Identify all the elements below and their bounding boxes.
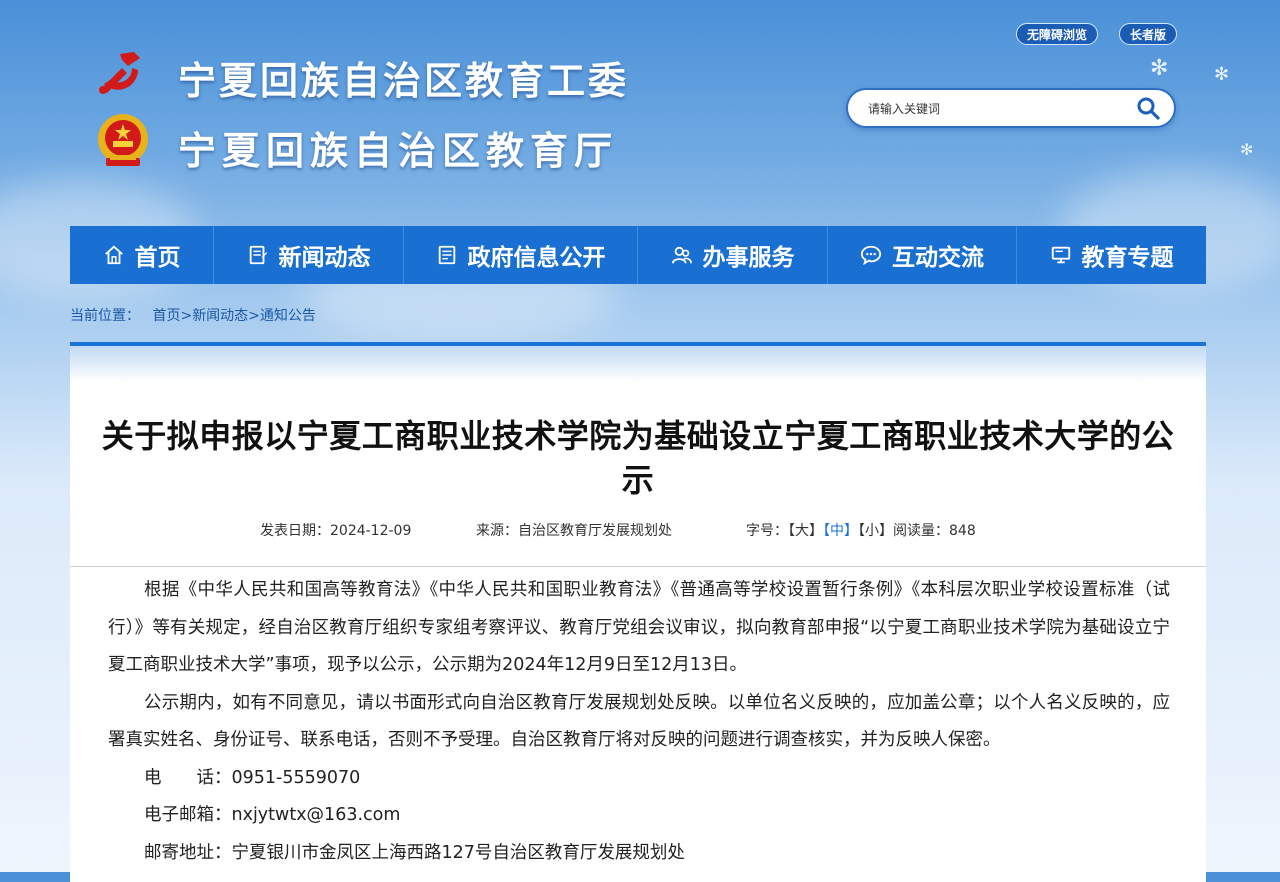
article-title: 关于拟申报以宁夏工商职业技术学院为基础设立宁夏工商职业技术大学的公 示	[80, 414, 1196, 502]
breadcrumb-home-link[interactable]: 首页	[152, 308, 180, 324]
national-emblem-icon	[98, 114, 148, 166]
font-size-label: 字号：	[746, 523, 788, 539]
article-paragraph: 公示期内，如有不同意见，请以书面形式向自治区教育厅发展规划处反映。以单位名义反映…	[108, 692, 1170, 751]
accessibility-button[interactable]: 无障碍浏览	[1016, 23, 1099, 45]
article-paragraph: 根据《中华人民共和国高等教育法》《中华人民共和国职业教育法》《普通高等学校设置暂…	[108, 580, 1170, 675]
article-card: 关于拟申报以宁夏工商职业技术学院为基础设立宁夏工商职业技术大学的公 示 发表日期…	[70, 342, 1206, 882]
nav-item-education-topics[interactable]: 教育专题	[1017, 226, 1206, 284]
document-icon	[438, 245, 455, 265]
chat-icon	[860, 245, 882, 266]
site-title-department: 宁夏回族自治区教育厅	[178, 129, 619, 173]
site-header: 宁夏回族自治区教育工委 宁夏回族自治区教育厅 无障碍浏览 长者版	[0, 0, 1280, 226]
read-count: 848	[949, 523, 976, 539]
read-count-label: 阅读量：	[893, 523, 949, 539]
contact-email: 电子邮箱：nxjytwtx@163.com	[144, 805, 401, 825]
nav-item-label: 首页	[134, 245, 181, 271]
news-icon	[249, 245, 267, 265]
breadcrumb-separator: >	[180, 308, 193, 324]
nav-item-label: 办事服务	[702, 245, 795, 271]
breadcrumb: 当前位置： 首页>新闻动态>通知公告	[70, 305, 316, 325]
nav-item-news[interactable]: 新闻动态	[214, 226, 404, 284]
search-input[interactable]	[866, 98, 1120, 120]
breadcrumb-prefix: 当前位置：	[70, 308, 140, 324]
breadcrumb-news-link[interactable]: 新闻动态	[192, 308, 248, 324]
elder-mode-button[interactable]: 长者版	[1119, 23, 1178, 45]
nav-item-label: 新闻动态	[278, 245, 371, 271]
nav-item-interaction[interactable]: 互动交流	[828, 226, 1017, 284]
article-title-line: 示	[621, 461, 655, 499]
publish-date: 发表日期：2024-12-09	[260, 523, 412, 539]
home-icon	[104, 245, 123, 265]
site-title-committee: 宁夏回族自治区教育工委	[178, 59, 630, 103]
nav-item-label: 政府信息公开	[467, 245, 606, 271]
party-emblem-icon	[99, 52, 140, 94]
font-large-button[interactable]: 【大】	[788, 523, 823, 539]
search-box	[846, 88, 1176, 128]
contact-address: 邮寄地址：宁夏银川市金凤区上海西路127号自治区教育厅发展规划处	[144, 842, 685, 863]
main-nav: 首页 新闻动态 政府信息公开 办事服务 互动交流 教育专题	[70, 226, 1206, 284]
article-body: 根据《中华人民共和国高等教育法》《中华人民共和国职业教育法》《普通高等学校设置暂…	[108, 572, 1170, 872]
meta-divider	[70, 566, 1206, 567]
breadcrumb-separator: >	[248, 308, 260, 324]
article-title-line: 关于拟申报以宁夏工商职业技术学院为基础设立宁夏工商职业技术大学的公	[101, 417, 1175, 455]
article-source: 来源：自治区教育厅发展规划处	[476, 523, 672, 539]
font-small-button[interactable]: 【小】	[858, 523, 893, 539]
font-medium-button[interactable]: 【中】	[823, 523, 858, 539]
font-size-controls: 字号：【大】【中】【小】阅读量：848	[746, 520, 976, 540]
nav-item-home[interactable]: 首页	[70, 226, 214, 284]
breadcrumb-notice-link[interactable]: 通知公告	[260, 308, 316, 324]
card-top-glow	[70, 346, 1206, 382]
search-icon[interactable]	[1136, 96, 1160, 120]
nav-item-label: 互动交流	[892, 245, 984, 271]
nav-item-label: 教育专题	[1081, 245, 1174, 271]
service-icon	[671, 246, 692, 264]
contact-phone: 电 话：0951-5559070	[144, 767, 361, 788]
monitor-icon	[1051, 246, 1070, 264]
nav-item-service[interactable]: 办事服务	[638, 226, 828, 284]
nav-item-gov-info[interactable]: 政府信息公开	[404, 226, 638, 284]
